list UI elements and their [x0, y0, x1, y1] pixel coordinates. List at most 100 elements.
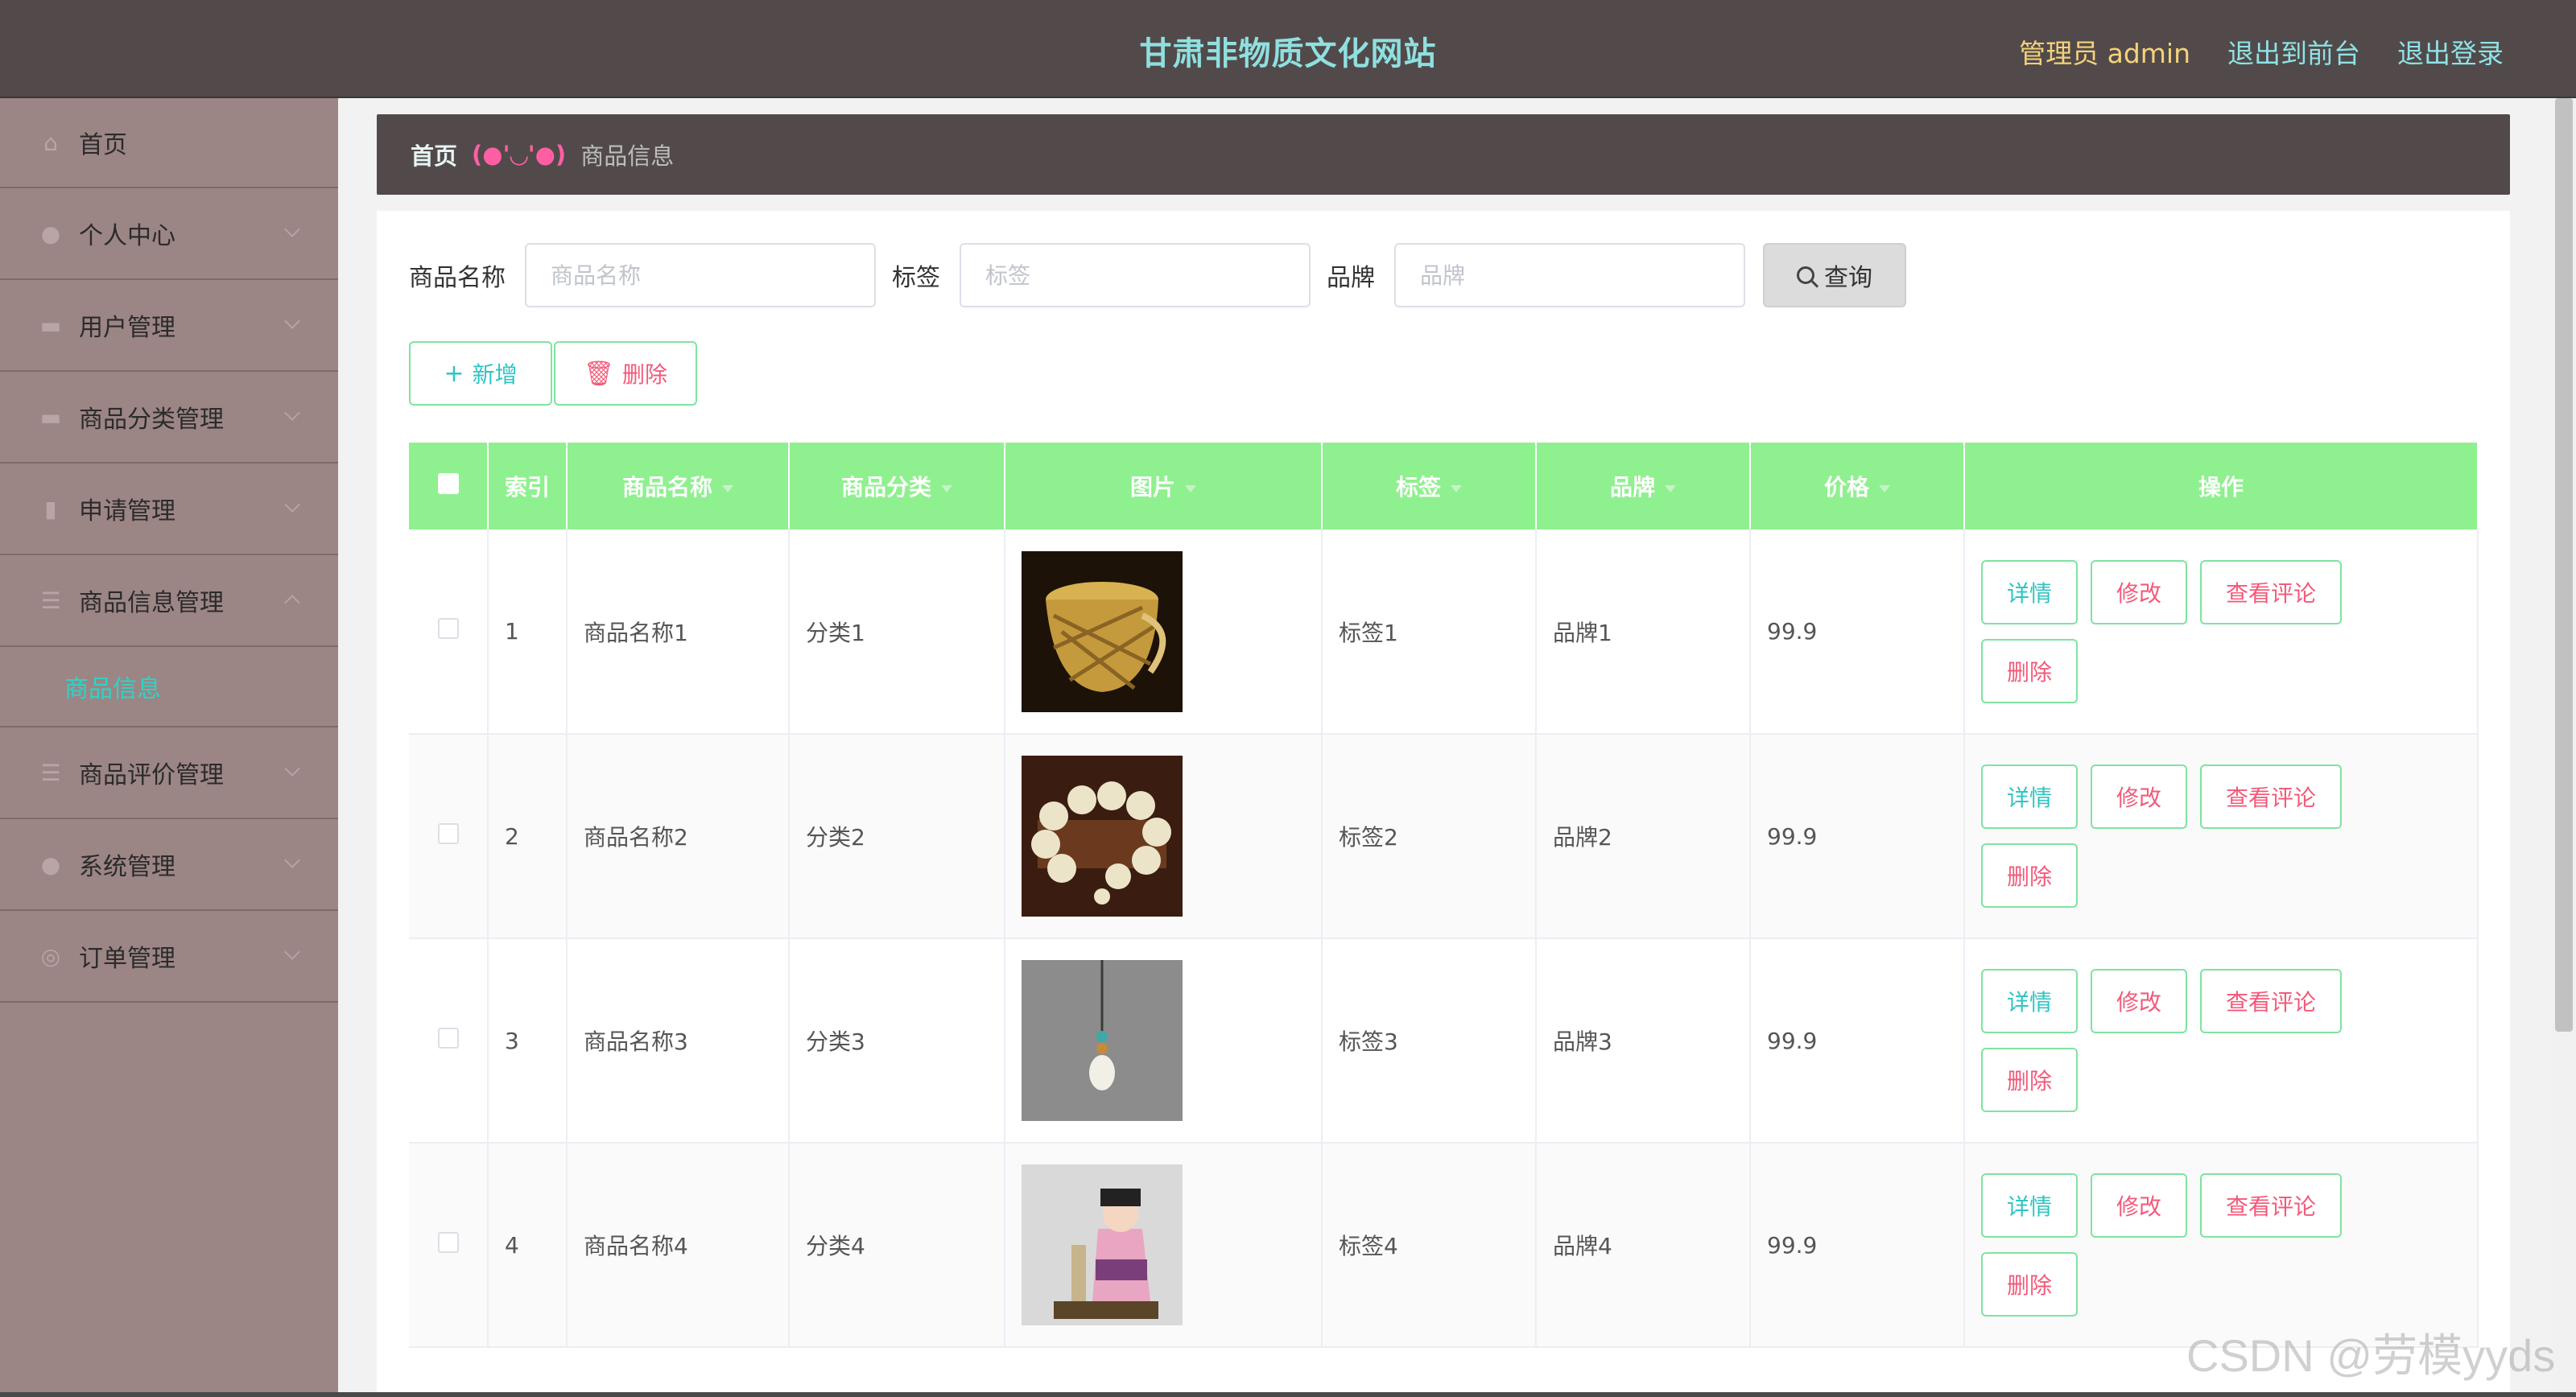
table-row: 2 商品名称2 分类2 标签2 品牌2 99.9 详情 修改 查看评论 删除	[409, 734, 2479, 939]
row-delete-button[interactable]: 删除	[1981, 638, 2078, 703]
cell-image	[1005, 938, 1323, 1144]
cell-actions: 详情 修改 查看评论 删除	[1964, 1143, 2479, 1348]
cell-category: 分类3	[789, 938, 1005, 1144]
row-delete-button[interactable]: 删除	[1981, 1252, 2078, 1317]
batch-delete-button[interactable]: 🗑 删除	[554, 341, 697, 406]
row-select-cell	[409, 1143, 489, 1348]
sidebar-item-label: 商品信息管理	[79, 589, 224, 617]
column-header-category[interactable]: 商品分类	[789, 443, 1005, 530]
brand-label: 品牌	[1327, 264, 1375, 292]
column-header-label: 图片	[1129, 474, 1175, 501]
sort-icon[interactable]	[1665, 484, 1676, 492]
cell-name: 商品名称4	[567, 1143, 790, 1348]
view-reviews-button[interactable]: 查看评论	[2200, 764, 2342, 829]
add-button-label: 新增	[472, 361, 518, 388]
detail-button[interactable]: 详情	[1981, 1173, 2078, 1238]
sort-icon[interactable]	[941, 484, 952, 492]
sidebar-item-orders[interactable]: ◎ 订单管理	[0, 911, 338, 1003]
row-delete-button[interactable]: 删除	[1981, 1048, 2078, 1112]
select-all-checkbox[interactable]	[437, 472, 459, 494]
row-select-cell	[409, 734, 489, 939]
cell-brand: 品牌2	[1536, 734, 1751, 939]
sidebar-item-application[interactable]: ▮ 申请管理	[0, 464, 338, 555]
sort-icon[interactable]	[722, 484, 733, 492]
tag-search-input[interactable]	[960, 243, 1311, 307]
sidebar-item-category[interactable]: ▬ 商品分类管理	[0, 372, 338, 464]
trash-icon: 🗑	[583, 359, 615, 388]
detail-button[interactable]: 详情	[1981, 969, 2078, 1033]
watermark: CSDN @劳模yyds	[2186, 1330, 2556, 1381]
logout-link[interactable]: 退出登录	[2397, 32, 2504, 71]
sidebar-item-product-info[interactable]: ☰ 商品信息管理	[0, 555, 338, 647]
view-reviews-button[interactable]: 查看评论	[2200, 969, 2342, 1033]
scrollbar-thumb[interactable]	[2555, 98, 2573, 1032]
product-image[interactable]	[1022, 960, 1183, 1121]
cell-name: 商品名称3	[567, 938, 790, 1144]
name-search-input[interactable]	[525, 243, 876, 307]
row-checkbox[interactable]	[437, 618, 459, 639]
table-row: 3 商品名称3 分类3 标签3 品牌3 99.9 详情 修改 查看评论 删除	[409, 938, 2479, 1144]
column-header-index: 索引	[488, 443, 568, 530]
sort-icon[interactable]	[1451, 484, 1462, 492]
delete-button-label: 删除	[622, 361, 668, 388]
sidebar-item-home[interactable]: ⌂ 首页	[0, 98, 338, 188]
sidebar-item-review[interactable]: ☰ 商品评价管理	[0, 727, 338, 819]
column-header-image[interactable]: 图片	[1005, 443, 1323, 530]
sort-icon[interactable]	[1185, 484, 1196, 492]
row-checkbox[interactable]	[437, 1027, 459, 1049]
folder-icon: ▬	[39, 403, 62, 431]
table-header-row: 索引 商品名称 商品分类 图片 标签 品牌 价格 操作	[409, 443, 2479, 530]
cell-index: 3	[488, 938, 568, 1144]
cell-brand: 品牌3	[1536, 938, 1751, 1144]
detail-button[interactable]: 详情	[1981, 764, 2078, 829]
column-header-tag[interactable]: 标签	[1322, 443, 1537, 530]
column-header-name[interactable]: 商品名称	[567, 443, 790, 530]
back-to-frontend-link[interactable]: 退出到前台	[2227, 32, 2360, 71]
chevron-down-icon	[284, 405, 300, 421]
sort-icon[interactable]	[1879, 484, 1890, 492]
column-header-label: 品牌	[1609, 474, 1655, 501]
list-icon: ☰	[40, 759, 61, 786]
cell-image	[1005, 1143, 1323, 1348]
row-delete-button[interactable]: 删除	[1981, 843, 2078, 908]
detail-button[interactable]: 详情	[1981, 559, 2078, 624]
add-button[interactable]: + 新增	[409, 341, 552, 406]
column-header-label: 商品分类	[840, 474, 931, 501]
globe-icon: ◎	[40, 942, 61, 970]
cell-image	[1005, 734, 1323, 939]
cell-tag: 标签1	[1322, 530, 1537, 735]
select-all-cell	[409, 443, 489, 530]
view-reviews-button[interactable]: 查看评论	[2200, 1173, 2342, 1238]
cell-price: 99.9	[1750, 734, 1965, 939]
monitor-icon: ▬	[39, 311, 62, 339]
product-image[interactable]	[1022, 756, 1183, 917]
location-icon: ●	[40, 851, 61, 878]
column-header-brand[interactable]: 品牌	[1536, 443, 1751, 530]
header-links: 管理员 admin 退出到前台 退出登录	[2019, 32, 2504, 71]
edit-button[interactable]: 修改	[2091, 559, 2187, 624]
column-header-price[interactable]: 价格	[1750, 443, 1965, 530]
product-image[interactable]	[1022, 1164, 1183, 1325]
sidebar-item-system[interactable]: ● 系统管理	[0, 819, 338, 911]
edit-button[interactable]: 修改	[2091, 969, 2187, 1033]
chevron-down-icon	[284, 852, 300, 868]
brand-search-input[interactable]	[1394, 243, 1745, 307]
view-reviews-button[interactable]: 查看评论	[2200, 559, 2342, 624]
edit-button[interactable]: 修改	[2091, 1173, 2187, 1238]
sidebar-item-profile[interactable]: ● 个人中心	[0, 188, 338, 280]
sidebar-item-users[interactable]: ▬ 用户管理	[0, 280, 338, 372]
cell-actions: 详情 修改 查看评论 删除	[1964, 734, 2479, 939]
breadcrumb-home[interactable]: 首页	[411, 138, 457, 171]
sidebar-subitem-product[interactable]: 商品信息	[0, 647, 338, 727]
search-form: 商品名称 标签 品牌 查询	[409, 243, 1906, 307]
cell-image	[1005, 530, 1323, 735]
product-image[interactable]	[1022, 550, 1183, 712]
cell-price: 99.9	[1750, 938, 1965, 1144]
name-label: 商品名称	[409, 264, 506, 292]
row-checkbox[interactable]	[437, 1231, 459, 1253]
query-button[interactable]: 查询	[1763, 243, 1906, 307]
row-checkbox[interactable]	[437, 822, 459, 844]
edit-button[interactable]: 修改	[2091, 764, 2187, 829]
cell-actions: 详情 修改 查看评论 删除	[1964, 530, 2479, 735]
page-scrollbar[interactable]	[2552, 98, 2576, 1397]
